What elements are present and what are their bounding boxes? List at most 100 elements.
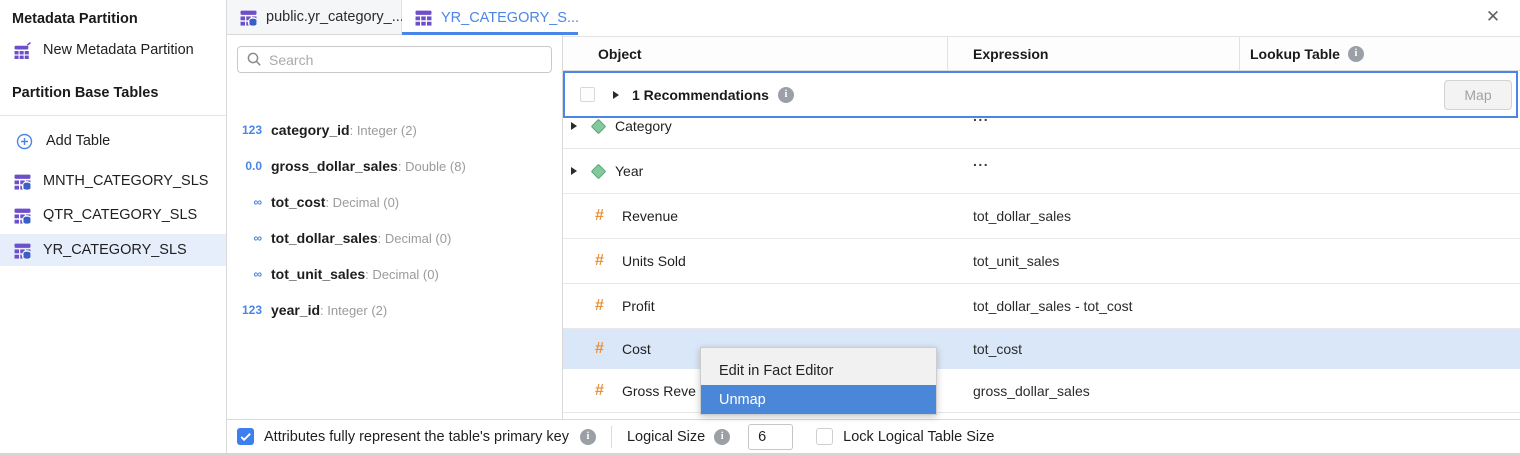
lookup-table-info-icon[interactable]: i	[1348, 46, 1364, 62]
column-type: : Double (8)	[398, 159, 466, 174]
fact-hash-icon: #	[595, 340, 610, 358]
column-header-lookup-table: Lookup Table i	[1240, 37, 1520, 70]
column-header-expression: Expression	[948, 37, 1240, 70]
recommendations-info-icon[interactable]: i	[778, 87, 794, 103]
table-name: YR_CATEGORY_SLS	[43, 242, 187, 258]
metadata-partition-heading: Metadata Partition	[12, 11, 138, 27]
tab-yr-category-sls[interactable]: YR_CATEGORY_S...	[402, 0, 578, 35]
column-name: year_id	[271, 302, 320, 318]
column-header-object: Object	[563, 37, 948, 70]
context-menu: Edit in Fact Editor Unmap	[700, 347, 937, 415]
column-name: tot_cost	[271, 194, 325, 210]
sidebar-item-mnth-category-sls[interactable]: MNTH_CATEGORY_SLS	[0, 165, 226, 197]
logical-size-info-icon[interactable]: i	[714, 429, 730, 445]
object-name: Revenue	[622, 208, 678, 224]
fact-hash-icon: #	[595, 252, 610, 270]
primary-key-label: Attributes fully represent the table's p…	[264, 429, 569, 445]
new-partition-table-icon	[14, 42, 31, 59]
column-name: tot_dollar_sales	[271, 230, 378, 246]
decimal-type-icon: ∞	[235, 231, 262, 245]
menu-item-edit-in-fact-editor[interactable]: Edit in Fact Editor	[701, 356, 936, 385]
table-db-icon	[240, 9, 257, 26]
search-box	[237, 46, 552, 73]
expression-value: gross_dollar_sales	[973, 383, 1090, 399]
decimal-type-icon: ∞	[235, 195, 262, 209]
column-item-category-id[interactable]: 123 category_id: Integer (2)	[227, 112, 562, 148]
object-name: Cost	[622, 341, 651, 357]
column-item-year-id[interactable]: 123year_id: Integer (2)	[227, 292, 562, 328]
sidebar-item-qtr-category-sls[interactable]: QTR_CATEGORY_SLS	[0, 199, 226, 231]
primary-key-checkbox[interactable]	[237, 428, 254, 445]
column-name: category_id	[271, 122, 350, 138]
mapping-table-header: Object Expression Lookup Table i	[563, 37, 1520, 71]
table-editor-dialog: Metadata Partition New Metadata Partitio…	[0, 0, 1520, 456]
mapping-row-profit[interactable]: #Profit tot_dollar_sales - tot_cost	[563, 284, 1520, 329]
map-button[interactable]: Map	[1444, 80, 1512, 110]
column-type: : Integer (2)	[320, 303, 387, 318]
expression-value: tot_unit_sales	[973, 253, 1059, 269]
object-name: Category	[615, 118, 672, 134]
table-grid-icon	[415, 9, 432, 26]
attribute-diamond-icon	[591, 163, 607, 179]
integer-type-icon: 123	[235, 123, 262, 137]
lock-logical-size-label: Lock Logical Table Size	[843, 429, 994, 445]
mapping-row-year[interactable]: Year ...	[563, 149, 1520, 194]
tab-label: YR_CATEGORY_S...	[441, 10, 579, 26]
column-item-tot-unit-sales[interactable]: ∞ tot_unit_sales: Decimal (0)	[227, 256, 562, 292]
object-name: Profit	[622, 298, 655, 314]
columns-panel: 123category_id: Integer (2) 0.0gross_dol…	[227, 35, 563, 419]
object-name: Gross Reve	[622, 383, 696, 399]
partition-base-tables-heading: Partition Base Tables	[12, 85, 158, 101]
column-type: : Decimal (0)	[378, 231, 452, 246]
expand-arrow-icon[interactable]	[571, 122, 577, 130]
table-name: QTR_CATEGORY_SLS	[43, 207, 197, 223]
fact-hash-icon: #	[595, 297, 610, 315]
decimal-type-icon: ∞	[235, 267, 262, 281]
sidebar-item-yr-category-sls[interactable]: YR_CATEGORY_SLS	[0, 234, 226, 266]
sidebar-divider	[0, 115, 226, 116]
table-icon	[14, 207, 31, 224]
footer-bar: Attributes fully represent the table's p…	[227, 419, 1520, 453]
column-item-gross-dollar-sales[interactable]: 0.0 gross_dollar_sales: Double (8)	[227, 148, 562, 184]
collapsed-expression: ...	[973, 149, 989, 169]
table-name: MNTH_CATEGORY_SLS	[43, 173, 208, 189]
table-icon	[14, 173, 31, 190]
fact-hash-icon: #	[595, 207, 610, 225]
expand-arrow-icon[interactable]	[613, 91, 619, 99]
menu-item-unmap[interactable]: Unmap	[701, 385, 936, 414]
column-item-tot-cost[interactable]: ∞ tot_cost: Decimal (0)	[227, 184, 562, 220]
recommendations-row[interactable]: 1 Recommendations i Map	[563, 71, 1518, 118]
tab-label: public.yr_category_...	[266, 9, 404, 25]
double-type-icon: 0.0	[235, 159, 262, 173]
table-icon	[14, 242, 31, 259]
mapping-row-units-sold[interactable]: # Units Sold tot_unit_sales	[563, 239, 1520, 284]
column-name: tot_unit_sales	[271, 266, 365, 282]
add-table-button[interactable]: Add Table	[0, 125, 226, 157]
expand-arrow-icon[interactable]	[571, 167, 577, 175]
logical-size-label: Logical Size	[627, 429, 705, 445]
logical-size-input[interactable]	[748, 424, 793, 450]
column-item-tot-dollar-sales[interactable]: ∞ tot_dollar_sales: Decimal (0)	[227, 220, 562, 256]
column-type: : Decimal (0)	[365, 267, 439, 282]
close-icon[interactable]: ✕	[1482, 6, 1504, 28]
attribute-diamond-icon	[591, 118, 607, 134]
search-input[interactable]	[269, 52, 551, 68]
column-name: gross_dollar_sales	[271, 158, 398, 174]
tab-bar: public.yr_category_... YR_CATEGORY_S...	[227, 0, 1520, 35]
expression-value: tot_cost	[973, 341, 1022, 357]
add-table-label: Add Table	[46, 133, 110, 149]
footer-divider	[611, 426, 612, 448]
tab-public-yr-category[interactable]: public.yr_category_...	[227, 0, 402, 35]
fact-hash-icon: #	[595, 382, 610, 400]
mapping-row-revenue[interactable]: #Revenue tot_dollar_sales	[563, 194, 1520, 239]
new-metadata-partition-button[interactable]: New Metadata Partition	[0, 34, 226, 66]
sidebar: Metadata Partition New Metadata Partitio…	[0, 0, 227, 456]
column-type: : Integer (2)	[350, 123, 417, 138]
recommendations-checkbox[interactable]	[580, 87, 595, 102]
object-name: Units Sold	[622, 253, 686, 269]
primary-key-info-icon[interactable]: i	[580, 429, 596, 445]
new-metadata-partition-label: New Metadata Partition	[43, 42, 194, 58]
lock-logical-size-checkbox[interactable]	[816, 428, 833, 445]
column-type: : Decimal (0)	[325, 195, 399, 210]
search-icon	[247, 52, 262, 67]
